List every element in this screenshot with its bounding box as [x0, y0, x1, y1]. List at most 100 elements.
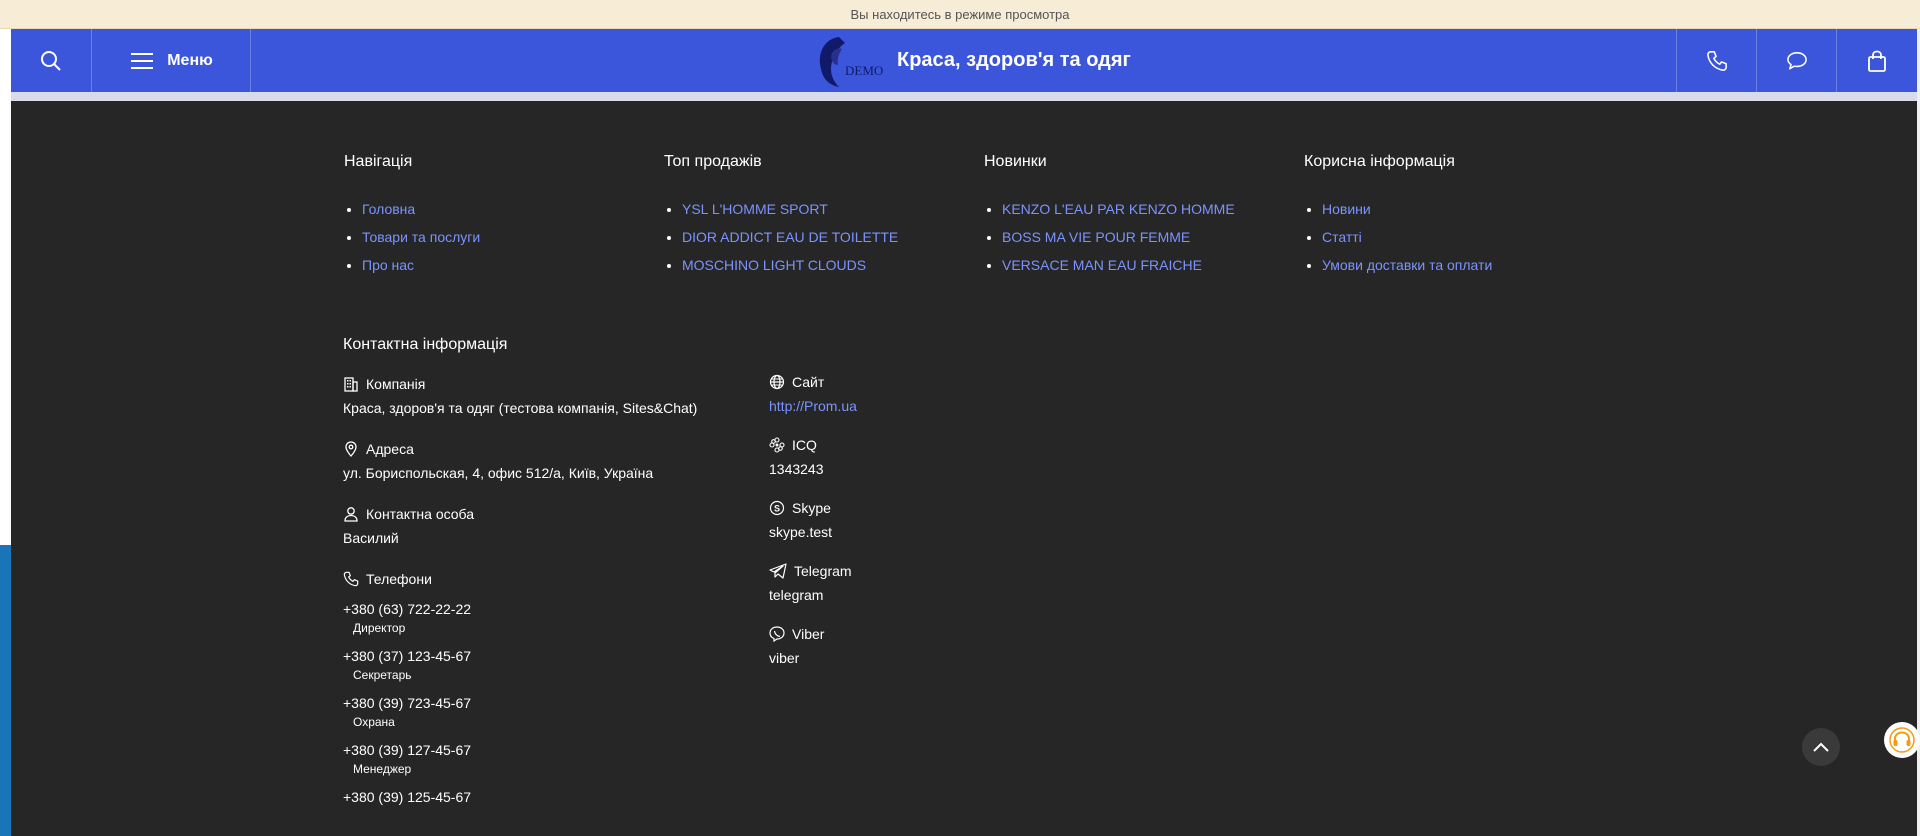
site-logo[interactable]: DEMO	[809, 33, 893, 89]
site-title[interactable]: Краса, здоров'я та одяг	[897, 29, 1131, 92]
scroll-to-top-button[interactable]	[1802, 728, 1840, 766]
contact-label: Telegram	[794, 563, 852, 579]
list-item: Головна	[362, 195, 480, 223]
skype-icon: S	[769, 500, 785, 516]
phone-note: Охрана	[353, 715, 395, 729]
list-item: KENZO L'EAU PAR KENZO HOMME	[1002, 195, 1235, 223]
contact-label: Viber	[792, 626, 825, 642]
left-blue-strip	[0, 545, 11, 836]
contact-label: Контактна особа	[366, 506, 475, 522]
phone-number[interactable]: +380 (63) 722-22-22	[343, 601, 471, 617]
info-link[interactable]: Умови доставки та оплати	[1322, 257, 1492, 273]
menu-button[interactable]: Меню	[92, 29, 252, 92]
site-link[interactable]: http://Prom.ua	[769, 398, 857, 414]
phone-icon	[343, 571, 359, 587]
header-divider	[11, 92, 1917, 101]
list-item: YSL L'HOMME SPORT	[682, 195, 898, 223]
product-link[interactable]: VERSACE MAN EAU FRAICHE	[1002, 257, 1202, 273]
list-item: Про нас	[362, 251, 480, 279]
contact-value: 1343243	[769, 461, 824, 477]
contact-value: Краса, здоров'я та одяг (тестова компані…	[343, 400, 698, 416]
list-item: Товари та послуги	[362, 223, 480, 251]
phone-number[interactable]: +380 (37) 123-45-67	[343, 648, 471, 664]
phone-icon	[1706, 50, 1727, 71]
product-link[interactable]: BOSS MA VIE POUR FEMME	[1002, 229, 1190, 245]
contact-person: Контактна особа Василий	[343, 506, 474, 546]
svg-text:DEMO: DEMO	[845, 63, 883, 78]
contact-value: Василий	[343, 530, 399, 546]
contact-label: Телефони	[366, 571, 432, 587]
nav-link[interactable]: Головна	[362, 201, 415, 217]
phone-number[interactable]: +380 (39) 723-45-67	[343, 695, 471, 711]
list-item: Умови доставки та оплати	[1322, 251, 1492, 279]
footer-column-new-arrivals: Новинки KENZO L'EAU PAR KENZO HOMME BOSS…	[984, 153, 1235, 279]
contact-skype: S Skype skype.test	[769, 500, 832, 540]
telegram-icon	[769, 563, 787, 579]
contacts-title: Контактна інформація	[343, 336, 508, 353]
phone-note: Директор	[353, 621, 406, 635]
footer-column-useful-info: Корисна інформація Новини Статті Умови д…	[1304, 153, 1492, 279]
contact-address: Адреса ул. Бориспольская, 4, офис 512/а,…	[343, 441, 653, 481]
info-link[interactable]: Новини	[1322, 201, 1371, 217]
map-pin-icon	[345, 441, 357, 457]
info-link[interactable]: Статті	[1322, 229, 1362, 245]
site-header: Меню DEMO Краса, здоров'я та одяг	[11, 29, 1917, 92]
cart-button[interactable]	[1837, 29, 1917, 92]
building-icon	[344, 377, 358, 392]
contact-label: Компанія	[366, 376, 426, 392]
chat-icon	[1786, 51, 1807, 69]
phone-note: Секретарь	[353, 668, 412, 682]
viber-icon	[769, 626, 785, 642]
product-link[interactable]: YSL L'HOMME SPORT	[682, 201, 828, 217]
contact-phones: Телефони	[343, 571, 432, 587]
svg-text:S: S	[774, 504, 780, 514]
nav-link[interactable]: Про нас	[362, 257, 414, 273]
column-title: Корисна інформація	[1304, 153, 1455, 170]
phone-note: Менеджер	[353, 762, 412, 776]
list-item: DIOR ADDICT EAU DE TOILETTE	[682, 223, 898, 251]
column-title: Новинки	[984, 153, 1047, 170]
list-item: BOSS MA VIE POUR FEMME	[1002, 223, 1235, 251]
product-link[interactable]: DIOR ADDICT EAU DE TOILETTE	[682, 229, 898, 245]
contact-value: telegram	[769, 587, 824, 603]
contact-telegram: Telegram telegram	[769, 563, 852, 603]
headset-icon	[1889, 727, 1915, 753]
nav-link[interactable]: Товари та послуги	[362, 229, 480, 245]
list-item: Статті	[1322, 223, 1492, 251]
contact-label: Сайт	[792, 374, 825, 390]
contact-viber: Viber viber	[769, 626, 824, 666]
contact-label: ICQ	[792, 437, 817, 453]
product-link[interactable]: KENZO L'EAU PAR KENZO HOMME	[1002, 201, 1235, 217]
footer-column-navigation: Навігація Головна Товари та послуги Про …	[344, 153, 480, 279]
column-title: Навігація	[344, 153, 413, 170]
chevron-up-icon	[1813, 742, 1829, 752]
phone-entry: +380 (39) 723-45-67 Охрана	[343, 695, 471, 729]
preview-mode-banner: Вы находитесь в режиме просмотра	[0, 0, 1920, 29]
support-chat-button[interactable]	[1884, 722, 1920, 758]
search-button[interactable]	[11, 29, 91, 92]
contact-value: skype.test	[769, 524, 833, 540]
menu-label: Меню	[167, 51, 213, 69]
list-item: MOSCHINO LIGHT CLOUDS	[682, 251, 898, 279]
contact-label: Адреса	[366, 441, 414, 457]
chat-button[interactable]	[1757, 29, 1836, 92]
icq-icon	[769, 437, 785, 453]
column-title: Топ продажів	[664, 153, 762, 170]
site-footer: Навігація Головна Товари та послуги Про …	[11, 101, 1917, 836]
contact-value: ул. Бориспольская, 4, офис 512/а, Київ, …	[343, 465, 654, 481]
phone-entry: +380 (39) 127-45-67 Менеджер	[343, 742, 471, 776]
phone-button[interactable]	[1677, 29, 1756, 92]
phone-number[interactable]: +380 (39) 127-45-67	[343, 742, 471, 758]
phone-entry: +380 (63) 722-22-22 Директор	[343, 601, 471, 635]
contact-label: Skype	[792, 500, 831, 516]
phone-entry: +380 (37) 123-45-67 Секретарь	[343, 648, 471, 682]
phone-number[interactable]: +380 (39) 125-45-67	[343, 789, 471, 805]
product-link[interactable]: MOSCHINO LIGHT CLOUDS	[682, 257, 866, 273]
contact-company: Компанія Краса, здоров'я та одяг (тестов…	[343, 376, 697, 416]
list-item: VERSACE MAN EAU FRAICHE	[1002, 251, 1235, 279]
globe-icon	[769, 374, 785, 390]
search-icon	[41, 50, 61, 71]
bag-icon	[1868, 50, 1886, 72]
user-icon	[344, 507, 358, 522]
list-item: Новини	[1322, 195, 1492, 223]
